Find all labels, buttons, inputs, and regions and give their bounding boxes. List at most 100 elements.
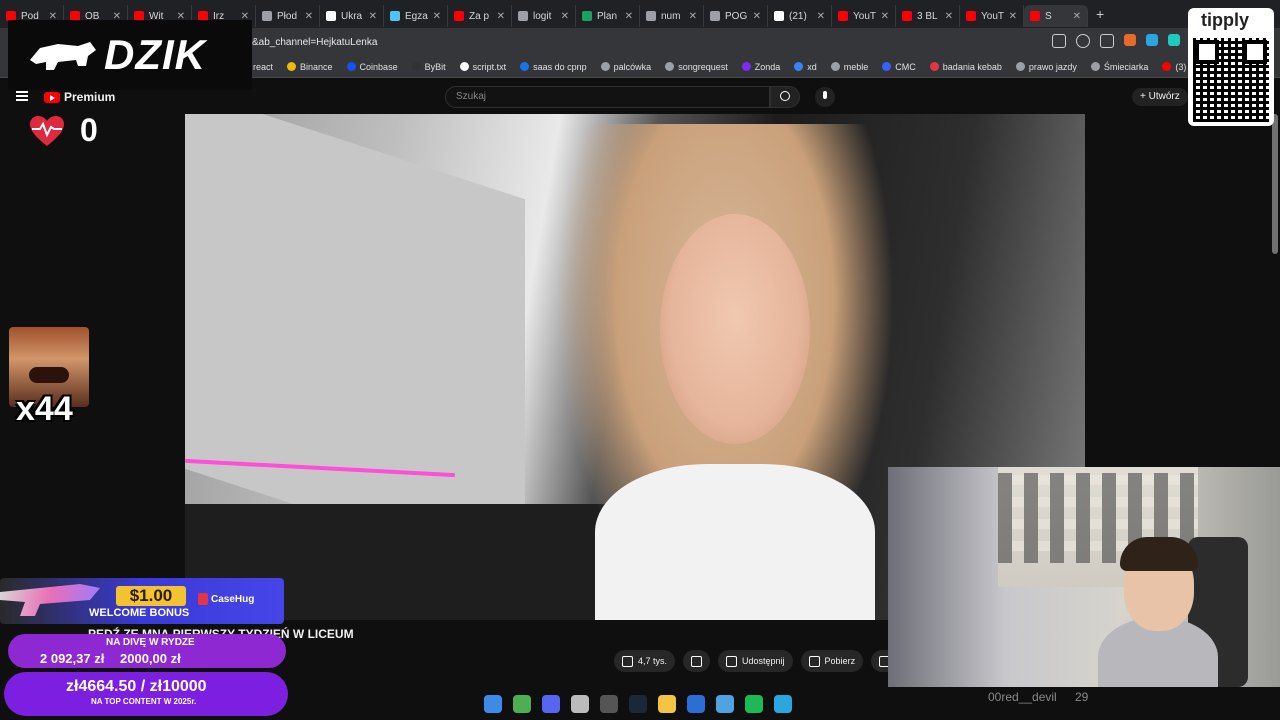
- ccleaner-icon[interactable]: [687, 695, 705, 713]
- bookmark-item[interactable]: Śmieciarka: [1090, 61, 1149, 72]
- download-label: Pobierz: [824, 656, 856, 666]
- tab-close-icon[interactable]: ✕: [369, 11, 377, 22]
- tab-label: POG: [725, 10, 748, 22]
- youtube-logo[interactable]: Premium: [44, 90, 115, 104]
- tab-label: Za p: [469, 10, 490, 22]
- bookmark-label: saas do cpnp: [533, 61, 587, 72]
- bookmark-item[interactable]: script.txt: [459, 62, 506, 72]
- microphone-icon[interactable]: [815, 87, 835, 107]
- browser-tab[interactable]: num ✕: [640, 5, 704, 27]
- bookmark-icon: [600, 62, 610, 71]
- browser-tab[interactable]: YouT ✕: [832, 5, 896, 27]
- webcam-streamer: [1098, 537, 1218, 687]
- bookmark-label: Zonda: [754, 61, 781, 72]
- hamburger-menu-icon[interactable]: [16, 91, 28, 101]
- browser-tab[interactable]: logit ✕: [512, 5, 576, 27]
- youtube-play-icon: [44, 91, 60, 103]
- install-icon[interactable]: [1052, 34, 1066, 48]
- browser-tab[interactable]: Ukra ✕: [320, 5, 384, 27]
- create-button[interactable]: + Utwórz: [1132, 88, 1188, 106]
- address-bar-url[interactable]: &ab_channel=HejkatuLenka: [252, 37, 377, 48]
- bookmark-item[interactable]: CMC: [882, 62, 916, 72]
- tab-favicon-icon: [710, 11, 720, 21]
- share-button[interactable]: Udostępnij: [718, 650, 793, 672]
- bookmark-item[interactable]: Zonda: [741, 61, 781, 72]
- browser-tab[interactable]: Plan ✕: [576, 5, 640, 27]
- browser-tab[interactable]: Za p ✕: [448, 5, 512, 27]
- heart-counter: 0: [28, 112, 98, 149]
- bookmark-icon: [520, 62, 530, 71]
- emote-count: x44: [16, 390, 73, 428]
- tab-close-icon[interactable]: ✕: [1073, 11, 1081, 22]
- bookmark-item[interactable]: ByBit: [411, 62, 446, 72]
- new-tab-button[interactable]: +: [1096, 6, 1104, 22]
- steam-icon[interactable]: [629, 695, 647, 713]
- bookmark-icon: [882, 62, 892, 71]
- tab-close-icon[interactable]: ✕: [561, 11, 569, 22]
- thumb-up-icon: [622, 655, 633, 667]
- bookmark-item[interactable]: badania kebab: [929, 61, 1002, 72]
- tab-close-icon[interactable]: ✕: [433, 11, 441, 22]
- spotify-icon[interactable]: [745, 695, 763, 713]
- bookmark-item[interactable]: Binance: [287, 62, 333, 72]
- obs-icon[interactable]: [600, 695, 618, 713]
- browser-tab[interactable]: 3 BL ✕: [896, 5, 960, 27]
- browser-tab[interactable]: Egza ✕: [384, 5, 448, 27]
- extension-teal-icon[interactable]: [1168, 34, 1180, 46]
- boar-icon: [30, 42, 96, 70]
- bookmark-item[interactable]: songrequest: [665, 62, 728, 72]
- notepad-icon[interactable]: [774, 695, 792, 713]
- discord-icon[interactable]: [542, 695, 560, 713]
- browser-tab[interactable]: YouT ✕: [960, 5, 1024, 27]
- dislike-button[interactable]: [683, 650, 711, 672]
- app-icon[interactable]: [571, 695, 589, 713]
- tab-close-icon[interactable]: ✕: [625, 11, 633, 22]
- tab-close-icon[interactable]: ✕: [881, 11, 889, 22]
- zoom-icon[interactable]: [1076, 34, 1090, 48]
- browser-tab[interactable]: S ✕: [1024, 5, 1088, 27]
- bookmark-label: badania kebab: [942, 61, 1002, 72]
- bookmark-item[interactable]: xd: [794, 62, 817, 72]
- bookmark-item[interactable]: palcówka: [600, 62, 651, 72]
- bookmark-star-icon[interactable]: [1100, 34, 1114, 48]
- bookmark-item[interactable]: meble: [830, 62, 868, 72]
- create-label: Utwórz: [1148, 91, 1180, 102]
- bookmark-item[interactable]: Coinbase: [346, 62, 398, 72]
- extension-blue-icon[interactable]: [1146, 34, 1158, 46]
- search-button[interactable]: [770, 86, 800, 108]
- tab-close-icon[interactable]: ✕: [305, 11, 313, 22]
- windows-icon[interactable]: [484, 695, 502, 713]
- bookmark-label: prawo jazdy: [1028, 61, 1077, 72]
- folder-icon[interactable]: [658, 695, 676, 713]
- tab-close-icon[interactable]: ✕: [817, 11, 825, 22]
- download-button[interactable]: Pobierz: [800, 650, 864, 672]
- page-scrollbar[interactable]: [1272, 114, 1278, 254]
- tab-close-icon[interactable]: ✕: [945, 11, 953, 22]
- tab-favicon-icon: [1030, 11, 1040, 21]
- tools-icon[interactable]: [716, 695, 734, 713]
- tab-close-icon[interactable]: ✕: [497, 11, 505, 22]
- like-button[interactable]: 4,7 tys.: [614, 650, 676, 672]
- heart-count: 0: [80, 112, 98, 148]
- search-input[interactable]: Szukaj: [445, 86, 770, 108]
- bookmark-icon: [287, 62, 297, 71]
- video-actions: 4,7 tys. Udostępnij Pobierz Kl: [614, 650, 912, 672]
- extension-fox-icon[interactable]: [1124, 34, 1136, 46]
- tab-label: Plan: [597, 10, 618, 22]
- browser-tab[interactable]: (21) ✕: [768, 5, 832, 27]
- address-bar-icons: [1052, 34, 1180, 48]
- browser-tab[interactable]: Płod ✕: [256, 5, 320, 27]
- casehug-sponsor: CaseHug: [211, 594, 255, 605]
- chrome-icon[interactable]: [513, 695, 531, 713]
- tab-close-icon[interactable]: ✕: [753, 11, 761, 22]
- casehug-icon: [198, 593, 208, 605]
- bookmark-item[interactable]: saas do cpnp: [520, 62, 587, 72]
- tab-close-icon[interactable]: ✕: [1009, 11, 1017, 22]
- tab-close-icon[interactable]: ✕: [689, 11, 697, 22]
- tab-favicon-icon: [518, 11, 528, 21]
- bookmark-label: Śmieciarka: [1103, 61, 1149, 72]
- bookmark-item[interactable]: prawo jazdy: [1015, 61, 1077, 72]
- browser-tab[interactable]: POG ✕: [704, 5, 768, 27]
- bookmark-icon: [794, 62, 804, 71]
- streamer-hair: [1120, 537, 1198, 571]
